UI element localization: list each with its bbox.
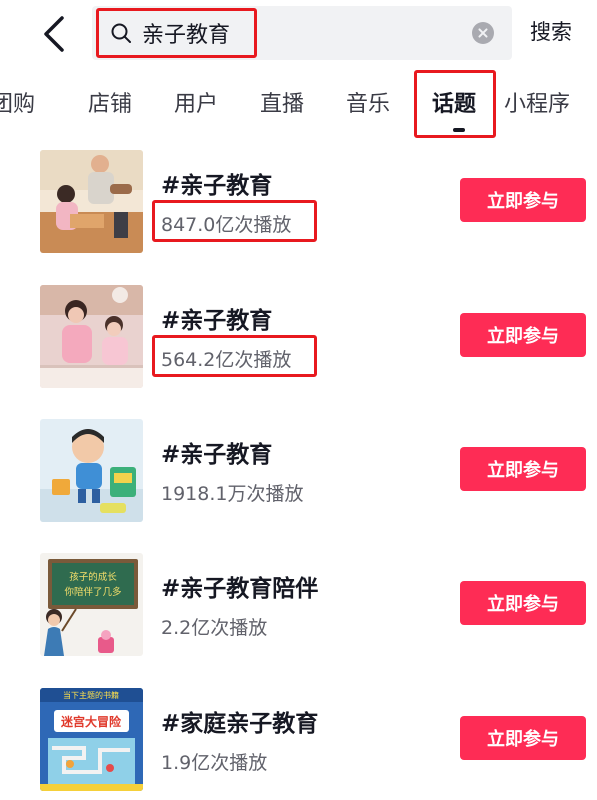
search-icon bbox=[110, 22, 132, 44]
join-button[interactable]: 立即参与 bbox=[460, 313, 586, 357]
clear-icon[interactable] bbox=[472, 22, 494, 44]
tab-mini-programs[interactable]: 小程序 bbox=[504, 86, 570, 120]
topic-row[interactable]: #亲子教育 1918.1万次播放 立即参与 bbox=[0, 419, 597, 537]
topic-thumbnail: 孩子的成长 你陪伴了几多 bbox=[40, 553, 143, 656]
topic-title[interactable]: #亲子教育陪伴 bbox=[161, 569, 318, 603]
topic-title[interactable]: #亲子教育 bbox=[161, 301, 272, 335]
join-button[interactable]: 立即参与 bbox=[460, 447, 586, 491]
topic-row[interactable]: 孩子的成长 你陪伴了几多 #亲子教育陪伴 2.2亿次播放 立即参与 bbox=[0, 553, 597, 671]
search-button[interactable]: 搜索 bbox=[530, 16, 590, 50]
topic-thumbnail bbox=[40, 285, 143, 388]
topic-play-count: 2.2亿次播放 bbox=[161, 617, 268, 639]
chalkboard-text-line2: 你陪伴了几多 bbox=[64, 586, 121, 598]
topic-play-count: 847.0亿次播放 bbox=[161, 214, 292, 236]
chevron-left-icon bbox=[30, 12, 78, 56]
search-input[interactable] bbox=[142, 15, 442, 51]
topic-title[interactable]: #亲子教育 bbox=[161, 435, 272, 469]
book-cover-title: 迷宫大冒险 bbox=[60, 714, 122, 729]
topic-row[interactable]: #亲子教育 564.2亿次播放 立即参与 bbox=[0, 285, 597, 403]
topic-title[interactable]: #亲子教育 bbox=[161, 166, 272, 200]
tab-live[interactable]: 直播 bbox=[260, 86, 304, 120]
active-tab-indicator bbox=[453, 128, 465, 132]
join-button[interactable]: 立即参与 bbox=[460, 716, 586, 760]
chalkboard-text-line1: 孩子的成长 bbox=[69, 571, 117, 583]
back-button[interactable] bbox=[30, 12, 78, 56]
join-button[interactable]: 立即参与 bbox=[460, 178, 586, 222]
topic-title[interactable]: #家庭亲子教育 bbox=[161, 704, 318, 738]
top-bar: 搜索 bbox=[0, 0, 597, 66]
join-button[interactable]: 立即参与 bbox=[460, 581, 586, 625]
topic-thumbnail: 当下主题的书籍 迷宫大冒险 bbox=[40, 688, 143, 791]
topic-row[interactable]: #亲子教育 847.0亿次播放 立即参与 bbox=[0, 150, 597, 268]
book-cover-tagline: 当下主题的书籍 bbox=[63, 690, 119, 700]
tab-users[interactable]: 用户 bbox=[174, 86, 218, 120]
tab-stores[interactable]: 店铺 bbox=[88, 86, 132, 120]
search-box[interactable] bbox=[92, 6, 512, 60]
topic-thumbnail bbox=[40, 419, 143, 522]
topic-play-count: 1.9亿次播放 bbox=[161, 752, 268, 774]
tab-group-buy[interactable]: 团购 bbox=[0, 86, 35, 120]
topic-thumbnail bbox=[40, 150, 143, 253]
topic-row[interactable]: 当下主题的书籍 迷宫大冒险 #家庭亲子教育 1.9亿次播放 立即参与 bbox=[0, 688, 597, 800]
search-tabs: 团购 店铺 用户 直播 音乐 话题 小程序 bbox=[0, 70, 597, 140]
tab-topics[interactable]: 话题 bbox=[432, 86, 476, 120]
topic-play-count: 1918.1万次播放 bbox=[161, 483, 304, 505]
topic-play-count: 564.2亿次播放 bbox=[161, 349, 292, 371]
tab-music[interactable]: 音乐 bbox=[346, 86, 390, 120]
